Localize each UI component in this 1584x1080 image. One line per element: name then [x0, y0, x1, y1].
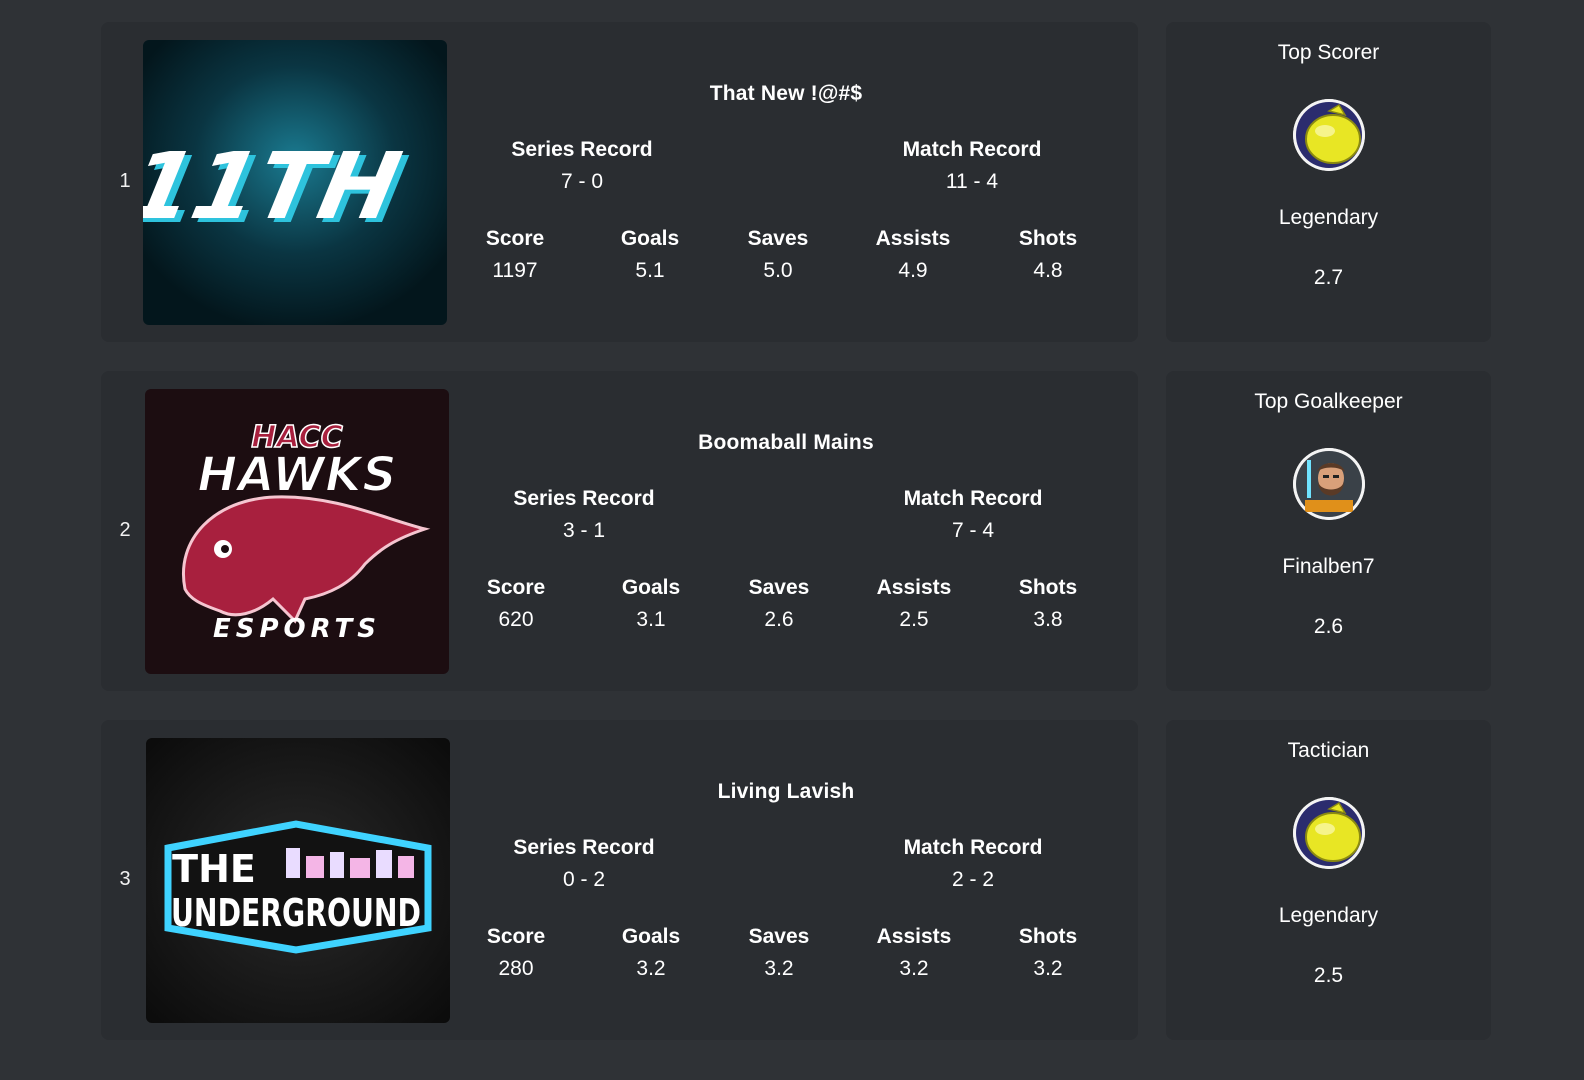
stat-value: 280 [498, 957, 534, 980]
award-title: Top Goalkeeper [1254, 390, 1403, 413]
team-row: 2 HACC HAWKS ESPORTS Boomaball Mains Ser… [0, 371, 1584, 691]
team-row: 1 11TH 11TH That New !@#$ Series Record … [0, 22, 1584, 342]
team-logo-hacc-hawks: HACC HAWKS ESPORTS [145, 389, 449, 674]
stat-label: Saves [748, 576, 810, 599]
team-logo-the-underground: THE UNDERGROUND [146, 738, 450, 1023]
stat-value: 3.2 [899, 957, 929, 980]
award-card: Top Goalkeeper Finalben7 2.6 [1166, 371, 1491, 691]
stat-value: 4.9 [898, 259, 928, 282]
team-name: Boomaball Mains [698, 431, 874, 454]
stat-value: 3.8 [1033, 608, 1063, 631]
stat-score: Score 620 [456, 576, 576, 632]
match-record: Match Record 11 - 4 [852, 138, 1092, 194]
stat-label: Score [486, 576, 546, 599]
stat-label: Assists [875, 227, 951, 250]
stat-value: 5.1 [635, 259, 665, 282]
stat-value: 5.0 [763, 259, 793, 282]
match-record-label: Match Record [902, 138, 1042, 161]
stat-label: Shots [1018, 925, 1078, 948]
award-value: 2.5 [1313, 964, 1344, 987]
stat-score: Score 280 [456, 925, 576, 981]
series-record: Series Record 0 - 2 [464, 836, 704, 892]
stat-goals: Goals 5.1 [590, 227, 710, 283]
team-rank: 3 [119, 868, 131, 890]
match-record-value: 2 - 2 [951, 868, 995, 891]
series-record-value: 3 - 1 [562, 519, 606, 542]
match-record: Match Record 7 - 4 [853, 487, 1093, 543]
svg-text:THE: THE [172, 847, 256, 891]
award-title: Tactician [1287, 739, 1370, 762]
stat-saves: Saves 5.0 [718, 227, 838, 283]
team-name: Living Lavish [717, 780, 855, 803]
series-record: Series Record 7 - 0 [462, 138, 702, 194]
lemon-avatar-icon [1292, 99, 1365, 171]
series-record: Series Record 3 - 1 [464, 487, 704, 543]
stat-label: Shots [1018, 227, 1078, 250]
svg-text:11TH: 11TH [143, 133, 409, 240]
match-record-label: Match Record [903, 487, 1043, 510]
team-rank: 1 [119, 170, 131, 192]
team-name: That New !@#$ [709, 82, 863, 105]
bearded-player-avatar-icon [1292, 448, 1365, 520]
stat-assists: Assists 4.9 [853, 227, 973, 283]
award-title: Top Scorer [1277, 41, 1380, 64]
stat-label: Goals [620, 227, 680, 250]
stat-goals: Goals 3.2 [591, 925, 711, 981]
team-row: 3 THE UNDERGROUND Living Lavish Series R… [0, 720, 1584, 1040]
match-record: Match Record 2 - 2 [853, 836, 1093, 892]
award-value: 2.7 [1313, 266, 1344, 289]
team-rank: 2 [119, 519, 131, 541]
stat-value: 3.2 [636, 957, 666, 980]
stat-assists: Assists 3.2 [854, 925, 974, 981]
award-card: Top Scorer Legendary 2.7 [1166, 22, 1491, 342]
svg-text:UNDERGROUND: UNDERGROUND [171, 891, 421, 935]
team-logo-11th: 11TH 11TH [143, 40, 447, 325]
award-player: Finalben7 [1282, 555, 1375, 578]
stat-shots: Shots 3.8 [988, 576, 1108, 632]
stat-score: Score 1197 [455, 227, 575, 283]
stat-label: Goals [621, 576, 681, 599]
award-player: Legendary [1278, 206, 1379, 229]
award-player: Legendary [1278, 904, 1379, 927]
stat-value: 1197 [492, 259, 538, 282]
stat-label: Score [486, 925, 546, 948]
stat-label: Saves [748, 925, 810, 948]
stat-value: 2.6 [764, 608, 794, 631]
match-record-value: 11 - 4 [945, 170, 999, 193]
stat-label: Assists [876, 576, 952, 599]
award-card: Tactician Legendary 2.5 [1166, 720, 1491, 1040]
lemon-avatar-icon [1292, 797, 1365, 869]
stat-label: Score [485, 227, 545, 250]
stat-shots: Shots 4.8 [988, 227, 1108, 283]
series-record-label: Series Record [513, 836, 655, 859]
stat-value: 3.1 [636, 608, 666, 631]
svg-text:ESPORTS: ESPORTS [213, 614, 381, 644]
stat-label: Saves [747, 227, 809, 250]
stat-value: 4.8 [1033, 259, 1063, 282]
stat-value: 3.2 [764, 957, 794, 980]
stat-saves: Saves 2.6 [719, 576, 839, 632]
stat-value: 3.2 [1033, 957, 1063, 980]
stat-value: 620 [498, 608, 534, 631]
stat-goals: Goals 3.1 [591, 576, 711, 632]
match-record-label: Match Record [903, 836, 1043, 859]
series-record-label: Series Record [513, 487, 655, 510]
series-record-value: 0 - 2 [562, 868, 606, 891]
series-record-label: Series Record [511, 138, 653, 161]
match-record-value: 7 - 4 [951, 519, 995, 542]
svg-text:HAWKS: HAWKS [197, 447, 396, 503]
award-value: 2.6 [1313, 615, 1344, 638]
stat-value: 2.5 [899, 608, 929, 631]
series-record-value: 7 - 0 [560, 170, 604, 193]
stat-label: Goals [621, 925, 681, 948]
stat-assists: Assists 2.5 [854, 576, 974, 632]
stat-label: Assists [876, 925, 952, 948]
stat-shots: Shots 3.2 [988, 925, 1108, 981]
stat-label: Shots [1018, 576, 1078, 599]
stat-saves: Saves 3.2 [719, 925, 839, 981]
